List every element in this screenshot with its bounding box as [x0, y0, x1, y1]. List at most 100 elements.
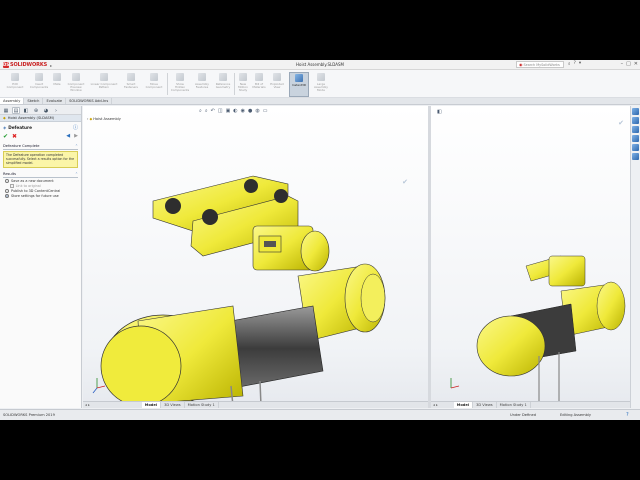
help-icon[interactable]: ⓘ — [73, 124, 78, 131]
tab-motion-study[interactable]: Motion Study 1 — [185, 402, 219, 408]
product-name: SOLIDWORKS Premium 2019 — [3, 413, 55, 417]
bill-of-materials-button[interactable]: Bill of Materials — [251, 72, 267, 97]
dimxpert-tab-icon[interactable]: ⊕ — [32, 107, 40, 114]
graphics-area-left[interactable]: ⌕ ⌕ ↶ ◫ ▣ ◐ ◉ ● ◍ ▭ › ◆ Hoist Assembly ✔ — [83, 106, 428, 408]
tab-assembly[interactable]: Assembly — [0, 98, 25, 104]
close-icon[interactable]: ✕ — [634, 61, 638, 67]
solidworks-window: DS SOLIDWORKS ▸ Hoist Assembly.SLDASM ◉ … — [0, 60, 640, 420]
smart-fasteners-icon — [127, 73, 135, 81]
motion-study-icon — [239, 73, 247, 81]
insert-components-button[interactable]: Insert Components — [28, 72, 50, 97]
defeature-icon: ◈ — [3, 125, 7, 130]
option-link-to-original[interactable]: Link to original — [10, 184, 76, 188]
help-dropdown-icon[interactable]: ▾ — [579, 61, 581, 67]
solidworks-resources-icon[interactable] — [632, 108, 639, 115]
view-palette-icon[interactable] — [632, 135, 639, 142]
insert-components-icon — [35, 73, 43, 81]
minimize-icon[interactable]: – — [621, 61, 624, 67]
edit-component-icon — [11, 73, 19, 81]
linear-pattern-button[interactable]: Linear Component Pattern — [88, 72, 120, 97]
tab-addins[interactable]: SOLIDWORKS Add-Ins — [66, 98, 113, 104]
new-motion-study-button[interactable]: New Motion Study — [235, 72, 251, 97]
window-controls: – □ ✕ — [621, 61, 638, 67]
feature-manager-tab-icon[interactable]: ▦ — [2, 107, 10, 114]
configuration-manager-tab-icon[interactable]: ◧ — [22, 107, 30, 114]
mate-icon — [53, 73, 61, 81]
results-section-header[interactable]: Results ⌃ — [3, 172, 78, 178]
checkbox[interactable] — [10, 184, 14, 188]
tab-3d-views[interactable]: 3D Views — [473, 402, 497, 408]
feature-header: ◈ Defeature ⓘ — [0, 122, 81, 133]
option-store-settings[interactable]: Store settings for future use — [5, 194, 76, 198]
back-icon[interactable]: ◀ — [66, 133, 70, 140]
show-hidden-button[interactable]: Show Hidden Components — [168, 72, 192, 97]
radio-button[interactable] — [5, 189, 9, 193]
ok-check-icon[interactable]: ✔ — [3, 133, 8, 140]
option-publish-3dcc[interactable]: Publish to 3D ContentCentral — [5, 189, 76, 193]
tab-model[interactable]: Model — [453, 402, 474, 408]
edit-mode-status: Editing Assembly — [560, 413, 591, 417]
model-tabs-left: ◂ ▸ Model 3D Views Motion Study 1 — [83, 401, 428, 408]
document-node[interactable]: ◆ Hoist Assembly (SLDASM) — [0, 115, 81, 122]
instant3d-icon — [295, 74, 303, 82]
tab-motion-study[interactable]: Motion Study 1 — [497, 402, 531, 408]
file-explorer-icon[interactable] — [632, 126, 639, 133]
component-preview-icon — [72, 73, 80, 81]
hoist-model-large — [92, 175, 386, 401]
exploded-view-icon — [273, 73, 281, 81]
graphics-area-right[interactable]: ◧ ✔ ◂ ▸ Model 3D Views Motion Study 1 — [431, 106, 630, 408]
radio-button[interactable] — [5, 179, 9, 183]
edit-component-button[interactable]: Edit Component — [2, 72, 28, 97]
collapse-chevron-icon[interactable]: ⌃ — [75, 172, 78, 176]
move-component-icon — [150, 73, 158, 81]
status-help-icon[interactable]: ? — [626, 412, 629, 418]
expand-arrow-icon[interactable]: › — [52, 107, 60, 114]
reference-geometry-button[interactable]: Reference Geometry — [212, 72, 234, 97]
feature-title: Defeature — [8, 125, 32, 130]
show-hidden-icon — [176, 73, 184, 81]
tab-scroll-arrows-icon[interactable]: ◂ ▸ — [431, 402, 440, 408]
assembly-features-button[interactable]: Assembly Features — [192, 72, 212, 97]
definition-status: Under Defined — [510, 413, 537, 417]
command-tabs: Assembly Sketch Evaluate SOLIDWORKS Add-… — [0, 98, 640, 105]
smart-fasteners-button[interactable]: Smart Fasteners — [120, 72, 142, 97]
tab-scroll-arrows-icon[interactable]: ◂ ▸ — [83, 402, 92, 408]
large-assembly-mode-button[interactable]: Large Assembly Mode — [311, 72, 331, 97]
reference-geometry-icon — [219, 73, 227, 81]
help-icon[interactable]: ? — [574, 61, 576, 67]
collapse-chevron-icon[interactable]: ⌃ — [75, 144, 78, 148]
component-preview-button[interactable]: Component Preview Window — [64, 72, 88, 97]
tab-sketch[interactable]: Sketch — [24, 98, 44, 104]
solidworks-logo[interactable]: DS SOLIDWORKS ▸ — [3, 61, 52, 69]
search-go-icon[interactable]: ⌕ — [568, 61, 571, 67]
search-box[interactable]: ◉ Search MySolidWorks — [516, 61, 564, 68]
property-manager-tab-icon[interactable]: ▤ — [12, 107, 20, 114]
bill-of-materials-icon — [255, 73, 263, 81]
menu-caret-icon[interactable]: ▸ — [50, 63, 52, 68]
message-box: The Defeature operation completed succes… — [3, 151, 78, 168]
radio-button-selected[interactable] — [5, 194, 9, 198]
ds-logo-icon: DS — [3, 62, 10, 68]
design-library-icon[interactable] — [632, 117, 639, 124]
property-manager: ▦ ▤ ◧ ⊕ ◕ › ◆ Hoist Assembly (SLDASM) ◈ … — [0, 106, 82, 408]
option-save-new-document[interactable]: Save as a new document — [5, 179, 76, 183]
search-input[interactable]: Search MySolidWorks — [524, 63, 560, 67]
assembly-features-icon — [198, 73, 206, 81]
exploded-view-button[interactable]: Exploded View — [268, 72, 286, 97]
feature-actions: ✔ ✖ ◀ ▶ — [0, 133, 81, 140]
message-section-header[interactable]: Defeature Complete ⌃ — [3, 144, 78, 150]
maximize-icon[interactable]: □ — [626, 61, 631, 67]
hoist-model-simplified — [450, 255, 626, 401]
display-manager-tab-icon[interactable]: ◕ — [42, 107, 50, 114]
instant3d-button[interactable]: Instant3D — [289, 72, 309, 97]
tab-model[interactable]: Model — [141, 402, 162, 408]
next-icon[interactable]: ▶ — [74, 133, 78, 140]
linear-pattern-icon — [100, 73, 108, 81]
tab-3d-views[interactable]: 3D Views — [161, 402, 185, 408]
appearances-icon[interactable] — [632, 144, 639, 151]
custom-properties-icon[interactable] — [632, 153, 639, 160]
cancel-x-icon[interactable]: ✖ — [12, 133, 17, 140]
mate-button[interactable]: Mate — [50, 72, 64, 97]
move-component-button[interactable]: Move Component — [142, 72, 166, 97]
tab-evaluate[interactable]: Evaluate — [43, 98, 67, 104]
